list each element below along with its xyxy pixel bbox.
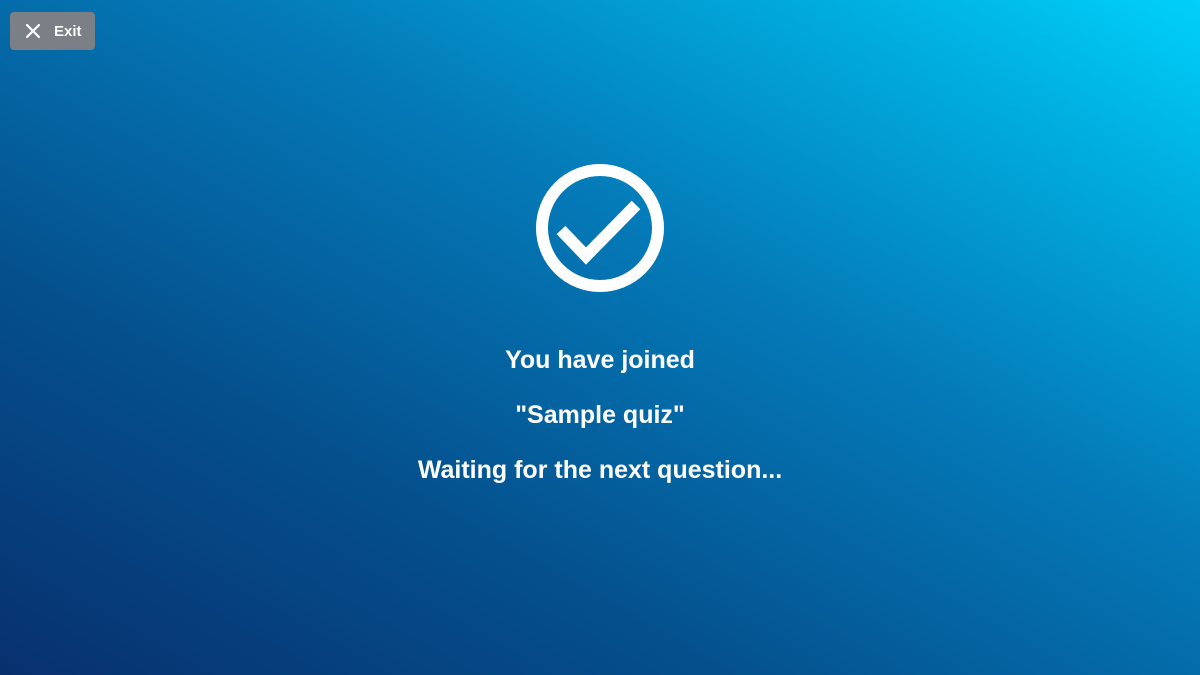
exit-button[interactable]: Exit [10,12,95,50]
quiz-name: "Sample quiz" [515,401,685,429]
check-circle-icon [536,164,664,292]
close-icon [24,22,42,40]
join-status-panel: You have joined "Sample quiz" Waiting fo… [0,162,1200,485]
joined-message: You have joined [505,346,695,374]
exit-button-label: Exit [54,22,82,40]
waiting-message: Waiting for the next question... [417,456,783,484]
